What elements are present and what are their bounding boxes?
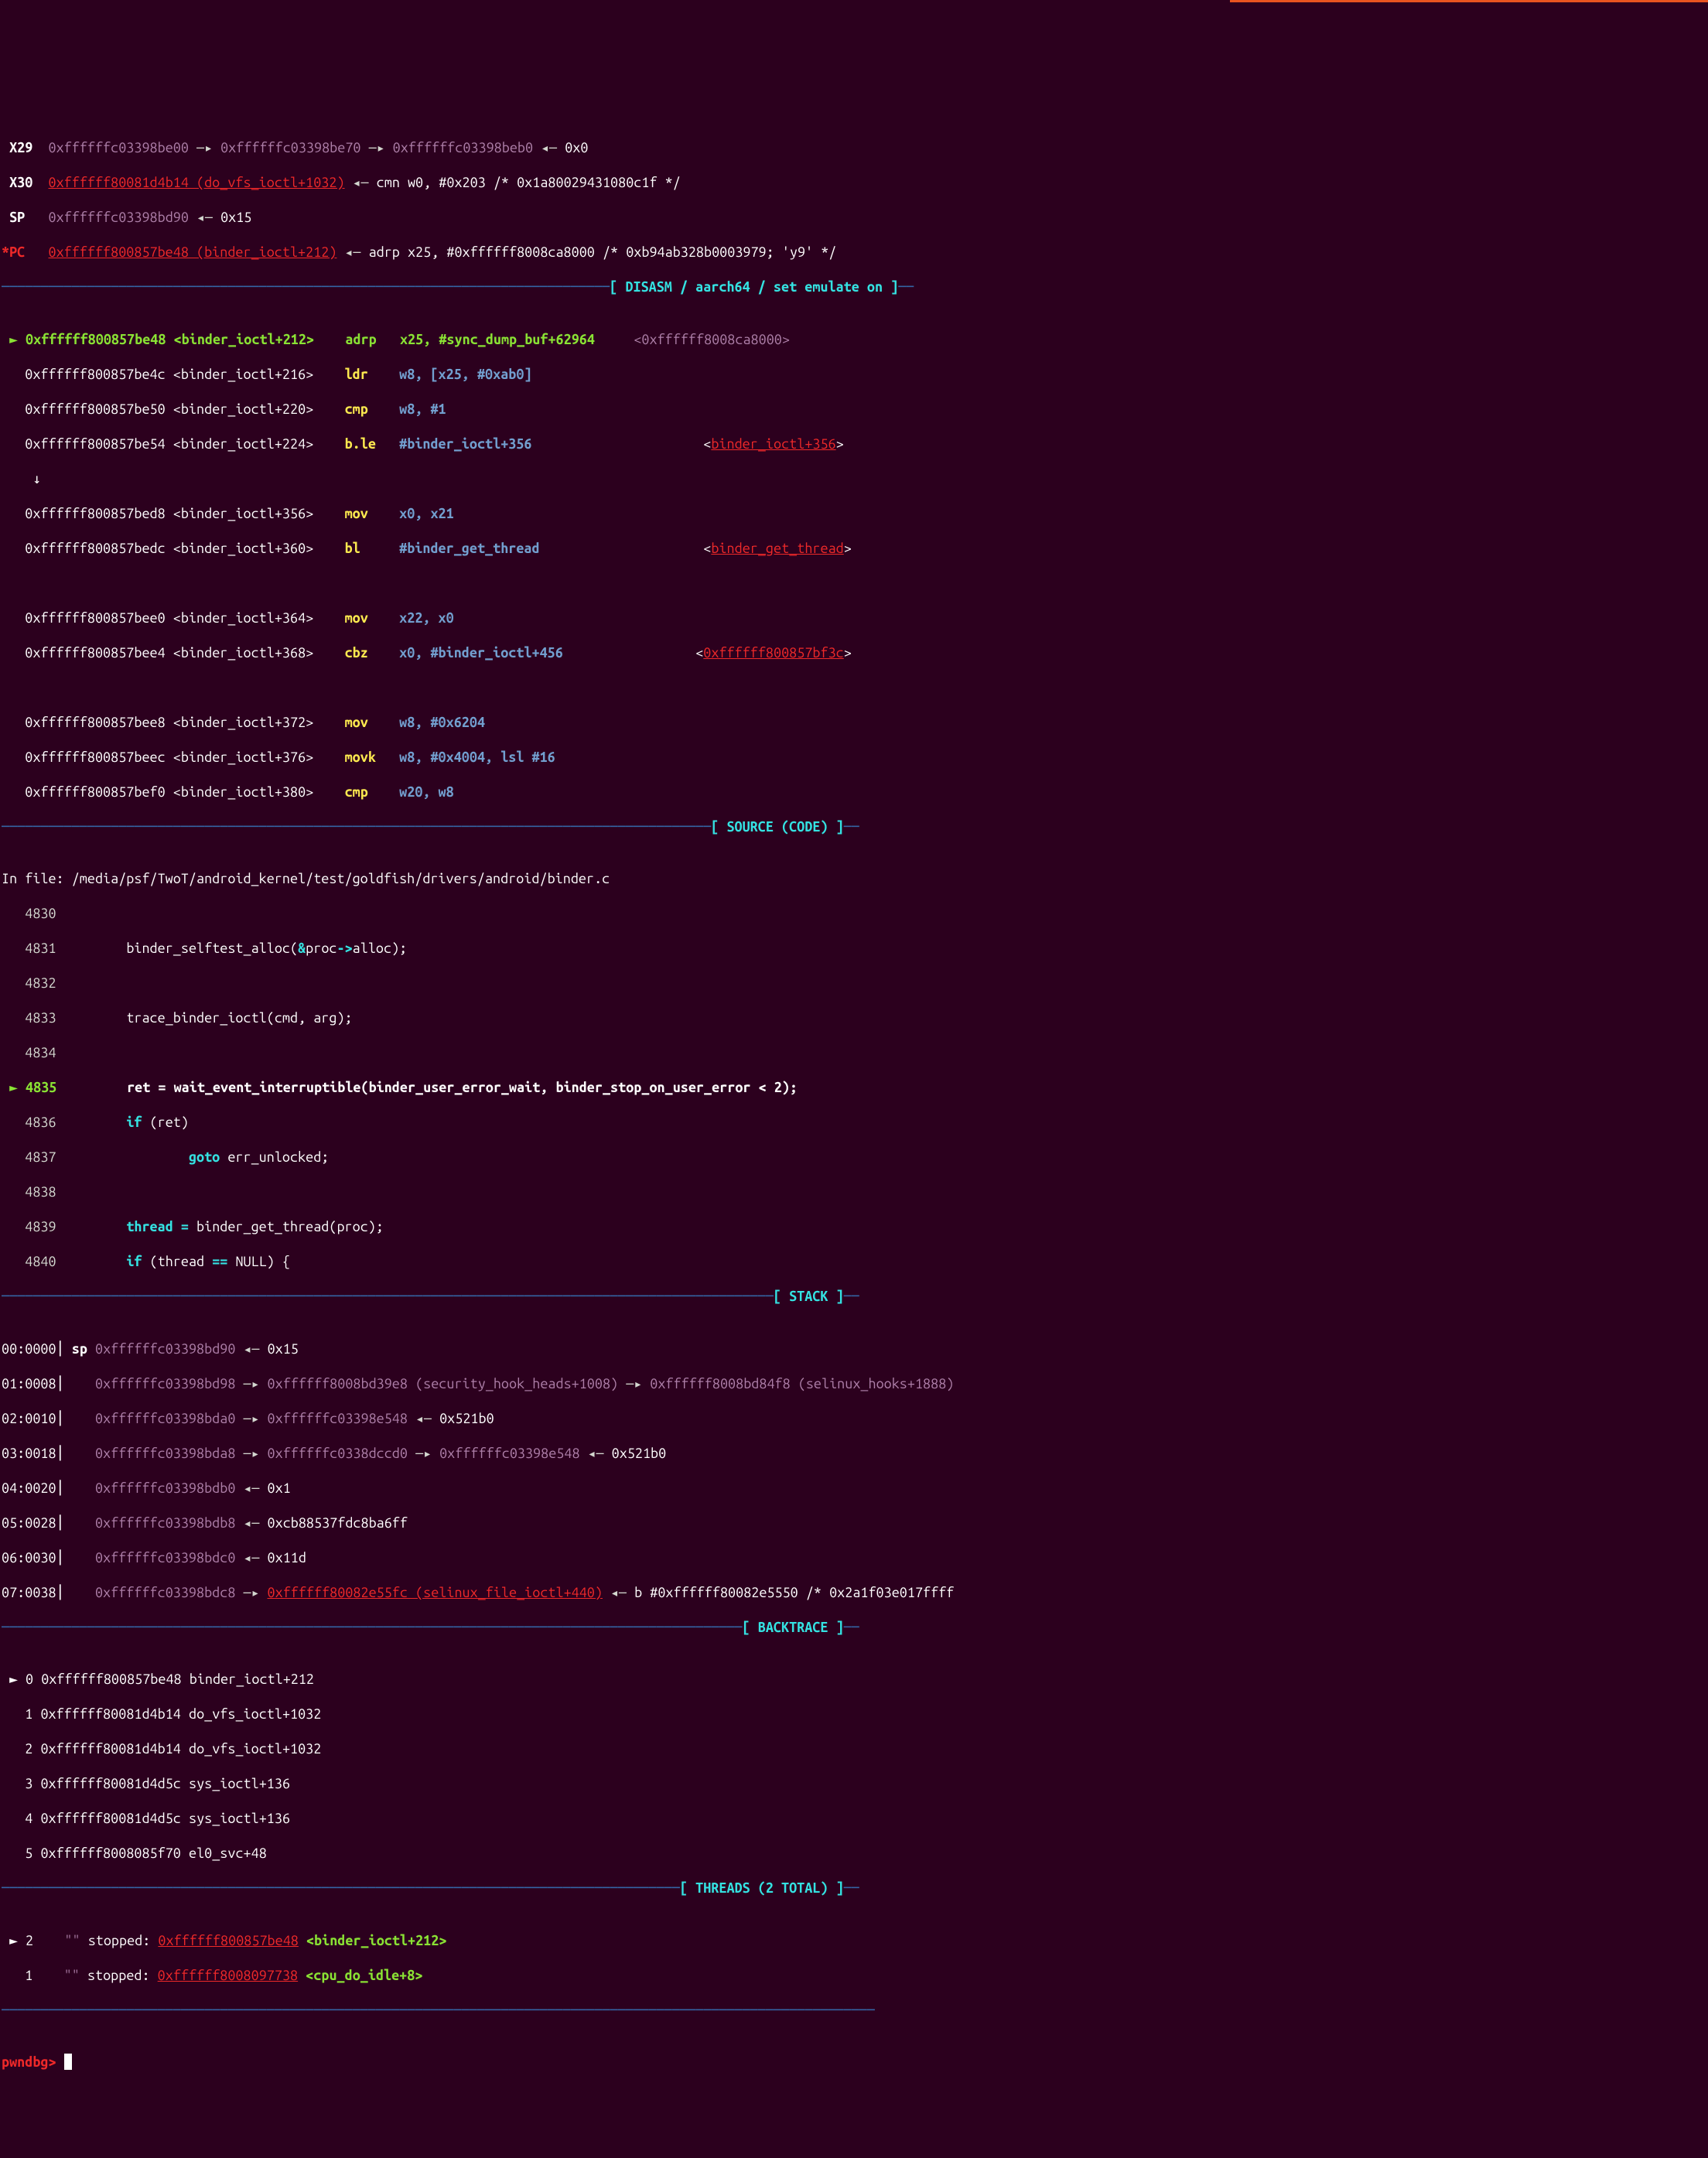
- stack-row: 05:0028│ 0xffffffc03398bdb8 ◂— 0xcb88537…: [2, 1514, 1706, 1532]
- disasm-row: 0xffffff800857bee0 <binder_ioctl+364> mo…: [2, 609, 1706, 627]
- source-line: 4838: [2, 1183, 1706, 1201]
- stack-row: 01:0008│ 0xffffffc03398bd98 —▸ 0xffffff8…: [2, 1375, 1706, 1393]
- source-line: 4832: [2, 975, 1706, 992]
- reg-x30: X30 0xffffff80081d4b14 (do_vfs_ioctl+103…: [2, 174, 1706, 192]
- stack-row: 06:0030│ 0xffffffc03398bdc0 ◂— 0x11d: [2, 1549, 1706, 1567]
- source-line: 4833 trace_binder_ioctl(cmd, arg);: [2, 1009, 1706, 1027]
- source-line: 4830: [2, 905, 1706, 923]
- source-file: In file: /media/psf/TwoT/android_kernel/…: [2, 870, 1706, 888]
- disasm-row: 0xffffff800857beec <binder_ioctl+376> mo…: [2, 749, 1706, 767]
- reg-pc: *PC 0xffffff800857be48 (binder_ioctl+212…: [2, 244, 1706, 261]
- stack-row: 04:0020│ 0xffffffc03398bdb0 ◂— 0x1: [2, 1480, 1706, 1497]
- stack-row: 03:0018│ 0xffffffc03398bda8 —▸ 0xffffffc…: [2, 1445, 1706, 1463]
- backtrace-row: 5 0xffffff8008085f70 el0_svc+48: [2, 1845, 1706, 1863]
- thread-row: 1 "" stopped: 0xffffff8008097738 <cpu_do…: [2, 1967, 1706, 1985]
- divider: ────────────────────────────────────────…: [2, 2002, 1706, 2020]
- cursor-icon: [64, 2054, 73, 2070]
- disasm-down-icon: ↓: [2, 470, 1706, 488]
- reg-sp: SP 0xffffffc03398bd90 ◂— 0x15: [2, 209, 1706, 227]
- section-source: ────────────────────────────────────────…: [2, 818, 1706, 836]
- section-stack: ────────────────────────────────────────…: [2, 1288, 1706, 1306]
- backtrace-row: 1 0xffffff80081d4b14 do_vfs_ioctl+1032: [2, 1706, 1706, 1723]
- disasm-row: 0xffffff800857bee4 <binder_ioctl+368> cb…: [2, 644, 1706, 662]
- thread-row: ► 2 "" stopped: 0xffffff800857be48 <bind…: [2, 1932, 1706, 1950]
- source-line: 4834: [2, 1044, 1706, 1062]
- stack-row: 00:0000│ sp 0xffffffc03398bd90 ◂— 0x15: [2, 1340, 1706, 1358]
- source-line: 4837 goto err_unlocked;: [2, 1149, 1706, 1166]
- section-threads: ────────────────────────────────────────…: [2, 1880, 1706, 1897]
- disasm-row: 0xffffff800857be54 <binder_ioctl+224> b.…: [2, 435, 1706, 453]
- disasm-row: 0xffffff800857be50 <binder_ioctl+220> cm…: [2, 401, 1706, 418]
- disasm-row: 0xffffff800857be4c <binder_ioctl+216> ld…: [2, 366, 1706, 384]
- stack-row: 02:0010│ 0xffffffc03398bda0 —▸ 0xffffffc…: [2, 1410, 1706, 1428]
- disasm-row: 0xffffff800857bee8 <binder_ioctl+372> mo…: [2, 714, 1706, 732]
- reg-x29: X29 0xffffffc03398be00 —▸ 0xffffffc03398…: [2, 139, 1706, 157]
- source-line-current: ► 4835 ret = wait_event_interruptible(bi…: [2, 1079, 1706, 1097]
- source-line: 4840 if (thread == NULL) {: [2, 1253, 1706, 1271]
- section-backtrace: ────────────────────────────────────────…: [2, 1619, 1706, 1637]
- backtrace-row: 4 0xffffff80081d4d5c sys_ioctl+136: [2, 1810, 1706, 1828]
- section-disasm: ────────────────────────────────────────…: [2, 278, 1706, 296]
- empty: [2, 679, 1706, 697]
- backtrace-row: 3 0xffffff80081d4d5c sys_ioctl+136: [2, 1775, 1706, 1793]
- prompt[interactable]: pwndbg>: [2, 2054, 1706, 2071]
- disasm-row: 0xffffff800857bed8 <binder_ioctl+356> mo…: [2, 505, 1706, 523]
- source-line: 4836 if (ret): [2, 1114, 1706, 1132]
- disasm-row: 0xffffff800857bef0 <binder_ioctl+380> cm…: [2, 784, 1706, 801]
- backtrace-row: 2 0xffffff80081d4b14 do_vfs_ioctl+1032: [2, 1740, 1706, 1758]
- terminal-viewport[interactable]: { "registers": { "x29": {"a": "0xffffffc…: [0, 53, 1708, 2089]
- stack-row: 07:0038│ 0xffffffc03398bdc8 —▸ 0xffffff8…: [2, 1584, 1706, 1602]
- disasm-row: 0xffffff800857bedc <binder_ioctl+360> bl…: [2, 540, 1706, 558]
- source-line: 4839 thread = binder_get_thread(proc);: [2, 1218, 1706, 1236]
- source-line: 4831 binder_selftest_alloc(&proc->alloc)…: [2, 940, 1706, 958]
- empty: [2, 575, 1706, 592]
- disasm-row: ► 0xffffff800857be48 <binder_ioctl+212> …: [2, 331, 1706, 349]
- backtrace-row: ► 0 0xffffff800857be48 binder_ioctl+212: [2, 1671, 1706, 1688]
